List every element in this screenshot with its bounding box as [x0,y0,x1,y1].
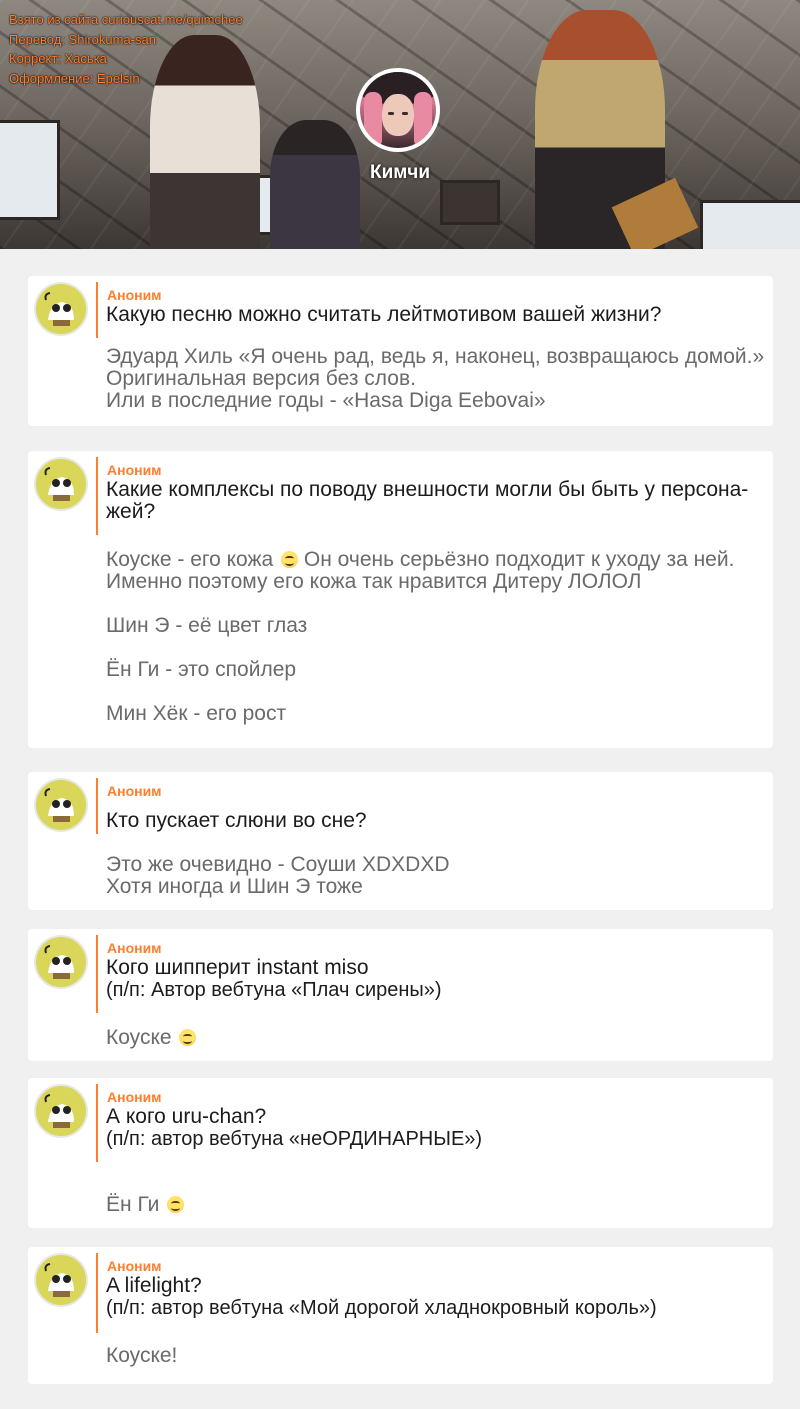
accent-rule [96,778,98,834]
question-text: A lifelight? (п/п: автор вебтуна «Мой до… [106,1274,657,1320]
asker-name[interactable]: Аноним [107,1089,162,1105]
asker-name[interactable]: Аноним [107,462,162,478]
anonymous-avatar-icon [34,282,88,336]
window-decor [0,120,60,220]
question-card: Аноним Кого шипперит instant miso (п/п: … [28,929,773,1061]
question-text: Кого шипперит instant miso (п/п: Автор в… [106,956,442,1002]
asker-name[interactable]: Аноним [107,940,162,956]
answer-text: Ён Ги [106,1194,766,1216]
profile-photo [360,72,436,148]
credit-translation: Перевод: Shirokuma-san [9,31,156,47]
window-decor [700,200,800,249]
translator-credits: Взято из сайта curiouscat.me/quimchee Пе… [9,10,243,88]
accent-rule [96,1253,98,1333]
smile-emoji-icon [281,551,299,568]
accent-rule [96,935,98,1013]
character-figure [270,120,360,249]
smile-emoji-icon [179,1029,197,1046]
accent-rule [96,282,98,338]
profile-avatar[interactable] [356,68,440,152]
anonymous-avatar-icon [34,935,88,989]
question-card: Аноним Кто пускает слюни во сне? Это же … [28,772,773,910]
question-card: Аноним А кого uru-chan? (п/п: автор вебт… [28,1078,773,1228]
answer-text: Эдуард Хиль «Я очень рад, ведь я, наконе… [106,345,765,412]
question-card: Аноним A lifelight? (п/п: автор вебтуна … [28,1247,773,1384]
profile-name[interactable]: Кимчи [340,162,460,184]
asker-name[interactable]: Аноним [107,783,162,799]
question-text: Кто пускает слюни во сне? [106,809,367,832]
question-text: Какие комплексы по поводу внешности могл… [106,478,749,523]
question-card: Аноним Какие комплексы по поводу внешнос… [28,451,773,748]
anonymous-avatar-icon [34,457,88,511]
asker-name[interactable]: Аноним [107,287,162,303]
answer-text: Коуске [106,1027,766,1049]
question-card: Аноним Какую песню можно считать лейтмот… [28,276,773,426]
accent-rule [96,1084,98,1162]
anonymous-avatar-icon [34,778,88,832]
credit-source: Взято из сайта curiouscat.me/quimchee [9,12,243,27]
question-text: Какую песню можно считать лейтмотивом ва… [106,303,662,326]
credit-design: Оформление: Epelsin [9,70,140,86]
accent-rule [96,457,98,535]
answer-text: Это же очевидно - Соуши XDXDXD Хотя иног… [106,853,450,898]
question-text: А кого uru-chan? (п/п: автор вебтуна «не… [106,1105,483,1151]
anonymous-avatar-icon [34,1253,88,1307]
answer-text: Коуске - его кожа Он очень серьёзно подх… [106,548,735,725]
asker-name[interactable]: Аноним [107,1258,162,1274]
answer-text: Коуске! [106,1344,178,1367]
credit-proofreading: Коррект: Хаська [9,51,107,66]
anonymous-avatar-icon [34,1084,88,1138]
window-decor [440,180,500,225]
smile-emoji-icon [167,1196,185,1213]
